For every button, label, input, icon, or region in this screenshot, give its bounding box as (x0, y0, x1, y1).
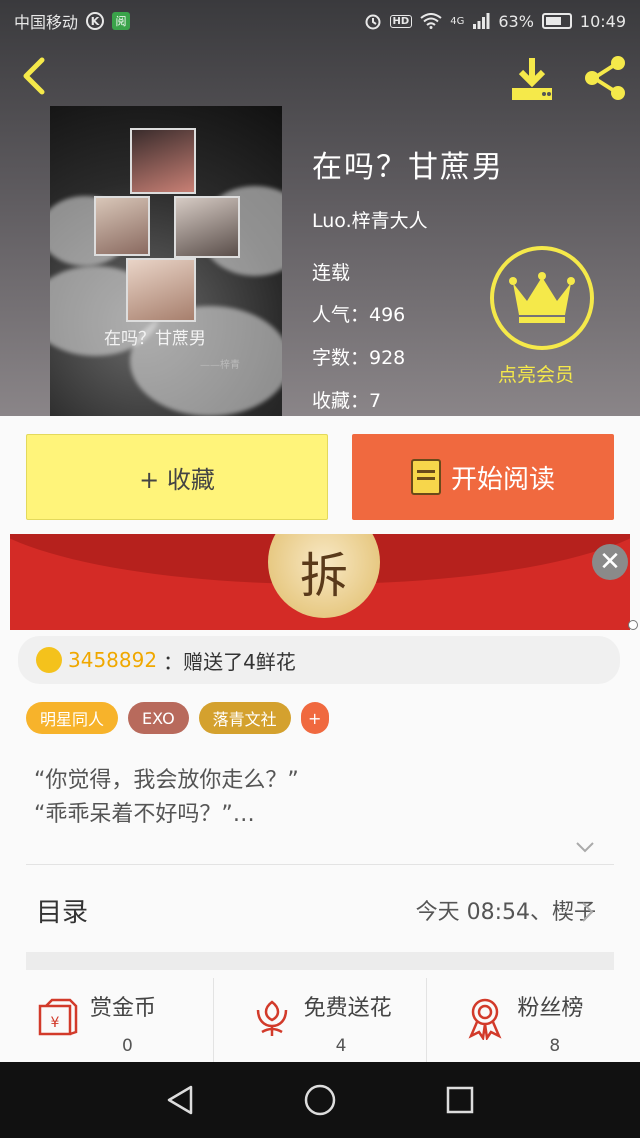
share-button[interactable] (580, 54, 630, 102)
action-count: 0 (122, 1036, 133, 1056)
gift-text: ：赠送了4鲜花 (163, 649, 296, 674)
ad-indicator (628, 620, 638, 630)
svg-text:¥: ¥ (51, 1015, 60, 1031)
book-author[interactable]: Luo.梓青大人 (312, 206, 428, 233)
cover-signature: ——梓青 (200, 360, 240, 371)
support-actions: ¥ 赏金币 0 免费送花 4 粉丝榜 8 (0, 978, 640, 1062)
cover-portrait (174, 196, 240, 258)
send-flower-button[interactable]: 免费送花 4 (212, 978, 427, 1062)
clock: 10:49 (579, 11, 626, 31)
add-favorite-button[interactable]: + 收藏 (26, 434, 328, 520)
flower-bud-icon (36, 647, 62, 673)
square-recents-icon (446, 1086, 474, 1114)
book-synopsis[interactable]: “你觉得，我会放你走么？” “乖乖呆着不好吗？”… (34, 764, 299, 832)
k-app-icon: K (86, 12, 105, 30)
divider (26, 864, 614, 865)
status-bar: 中国移动 K 阅 HD 4G 63% 10:49 (0, 0, 640, 42)
reader-app-icon: 阅 (112, 12, 131, 30)
book-cover[interactable]: 在吗？甘蔗男 ——梓青 (50, 106, 282, 416)
gift-notice[interactable]: 3458892 ：赠送了4鲜花 (18, 636, 620, 684)
start-reading-label: 开始阅读 (450, 464, 555, 495)
nav-home-button[interactable] (298, 1078, 342, 1122)
back-button[interactable] (16, 56, 56, 96)
chevron-left-icon (23, 57, 45, 95)
action-count: 8 (549, 1036, 561, 1056)
ad-close-button[interactable]: ✕ (592, 544, 628, 580)
toc-label[interactable]: 目录 (36, 892, 88, 929)
wifi-icon (420, 13, 442, 29)
vip-label[interactable]: 点亮会员 (498, 360, 574, 387)
book-header: 中国移动 K 阅 HD 4G 63% 10:49 在吗？甘蔗男 ——梓青 在吗？… (0, 0, 640, 416)
tag-item[interactable]: 落青文社 (198, 702, 291, 734)
battery-percent: 63% (498, 11, 534, 31)
reward-coin-button[interactable]: ¥ 赏金币 0 (0, 978, 213, 1062)
triangle-back-icon (167, 1085, 193, 1115)
download-icon (512, 58, 552, 100)
nav-back-button[interactable] (158, 1078, 202, 1122)
network-type: 4G (450, 15, 465, 27)
action-label: 免费送花 (303, 996, 392, 1021)
cover-portrait (94, 196, 150, 256)
fan-ranking-button[interactable]: 粉丝榜 8 (426, 978, 640, 1062)
book-favorites: 收藏：7 (312, 390, 382, 412)
add-tag-button[interactable]: + (300, 702, 329, 734)
book-detail-body: + 收藏 开始阅读 拆 ✕ 3458892 ：赠送了4鲜花 明星同人 EXO 落… (0, 416, 640, 1062)
cover-portrait (126, 258, 196, 322)
ad-coin: 拆 (268, 534, 380, 618)
book-popularity: 人气：496 (312, 304, 406, 326)
toc-latest-chapter[interactable]: 今天 08:54、楔子 (416, 894, 596, 926)
start-reading-button[interactable]: 开始阅读 (352, 434, 614, 520)
carrier-name: 中国移动 (14, 13, 79, 32)
share-icon (585, 56, 625, 100)
book-title: 在吗？甘蔗男 (312, 150, 504, 185)
action-count: 4 (335, 1036, 347, 1056)
expand-synopsis-button[interactable] (574, 836, 596, 858)
ad-banner[interactable]: 拆 (10, 534, 630, 630)
cover-caption: 在吗？甘蔗男 (104, 329, 206, 349)
cover-portrait (130, 128, 196, 194)
medal-icon (468, 998, 502, 1040)
book-status: 连载 (312, 262, 351, 284)
battery-icon (541, 13, 572, 29)
tag-item[interactable]: 明星同人 (26, 702, 119, 734)
download-button[interactable] (508, 56, 556, 102)
flower-icon (256, 1000, 287, 1036)
coin-envelope-icon: ¥ (38, 998, 78, 1036)
circle-home-icon (304, 1084, 336, 1116)
crown-icon (509, 272, 575, 323)
tag-item[interactable]: EXO (128, 702, 189, 734)
chevron-down-icon (576, 842, 594, 853)
system-nav-bar (0, 1062, 640, 1138)
alarm-icon (364, 12, 382, 30)
signal-icon (472, 13, 490, 29)
gift-user: 3458892 (68, 648, 158, 672)
book-icon (410, 459, 441, 495)
action-label: 赏金币 (90, 996, 157, 1021)
tag-list: 明星同人 EXO 落青文社 + (26, 702, 329, 734)
chevron-right-icon[interactable] (580, 900, 596, 924)
vip-button[interactable] (490, 246, 594, 350)
hd-icon: HD (389, 14, 413, 28)
action-label: 粉丝榜 (517, 996, 584, 1021)
section-spacer (26, 952, 614, 970)
nav-recents-button[interactable] (438, 1078, 482, 1122)
book-word-count: 字数：928 (312, 347, 406, 369)
